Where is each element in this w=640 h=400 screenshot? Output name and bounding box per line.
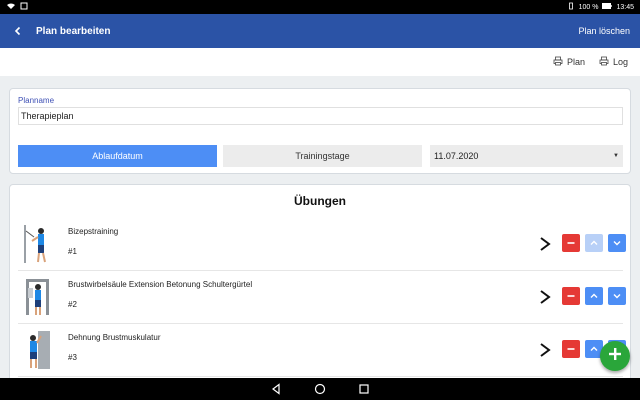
- remove-exercise-button[interactable]: [562, 234, 580, 252]
- chevron-right-icon[interactable]: [538, 236, 552, 252]
- printer-icon: [553, 56, 563, 68]
- printer-icon: [599, 56, 609, 68]
- exercise-number: #3: [68, 353, 77, 362]
- exercise-name: Bizepstraining: [68, 227, 119, 236]
- battery-icon: [602, 3, 613, 11]
- nav-recents-icon[interactable]: [358, 383, 370, 395]
- date-select[interactable]: 11.07.2020 ▼: [430, 145, 623, 167]
- plus-icon: [608, 347, 622, 366]
- segment-trainingstage[interactable]: Trainingstage: [223, 145, 422, 167]
- date-select-value: 11.07.2020: [434, 151, 479, 161]
- exercise-number: #2: [68, 300, 77, 309]
- exercise-name: Dehnung Brustmuskulatur: [68, 333, 161, 342]
- chevron-right-icon[interactable]: [538, 289, 552, 305]
- exercise-number: #1: [68, 247, 77, 256]
- exercise-thumbnail: [20, 276, 56, 318]
- plan-form-card: Planname Ablaufdatum Trainingstage 11.07…: [9, 88, 631, 174]
- clock: 13:45: [616, 3, 634, 11]
- exercise-row[interactable]: Bizepstraining #1: [18, 219, 626, 271]
- wifi-icon: [6, 2, 16, 12]
- print-plan-button[interactable]: Plan: [553, 56, 585, 68]
- plan-name-input[interactable]: [18, 107, 623, 125]
- status-bar: 100 % 13:45: [0, 0, 640, 14]
- notification-icon: [20, 2, 28, 12]
- exercises-card: Übungen Bizepstraining #1 Brustwirbelsäu…: [9, 184, 631, 384]
- exercise-thumbnail: [20, 329, 56, 371]
- vibrate-icon: [567, 2, 575, 12]
- exercise-name: Brustwirbelsäule Extension Betonung Schu…: [68, 280, 253, 289]
- plan-name-label: Planname: [18, 96, 55, 105]
- nav-home-icon[interactable]: [314, 383, 326, 395]
- exercises-title: Übungen: [294, 194, 346, 208]
- page-title: Plan bearbeiten: [36, 25, 111, 37]
- exercise-row[interactable]: Brustwirbelsäule Extension Betonung Schu…: [18, 272, 626, 324]
- print-log-label: Log: [612, 57, 628, 67]
- move-up-button[interactable]: [585, 234, 603, 252]
- move-down-button[interactable]: [608, 287, 626, 305]
- nav-back-icon[interactable]: [270, 383, 282, 395]
- app-bar: Plan bearbeiten Plan löschen: [0, 14, 640, 48]
- exercise-thumbnail: [20, 223, 56, 265]
- print-log-button[interactable]: Log: [599, 56, 628, 68]
- delete-plan-button[interactable]: Plan löschen: [578, 26, 630, 36]
- back-arrow-icon[interactable]: [10, 23, 26, 39]
- dropdown-caret-icon: ▼: [613, 153, 619, 159]
- remove-exercise-button[interactable]: [562, 340, 580, 358]
- remove-exercise-button[interactable]: [562, 287, 580, 305]
- move-up-button[interactable]: [585, 287, 603, 305]
- chevron-right-icon[interactable]: [538, 342, 552, 358]
- system-nav-bar: [0, 378, 640, 400]
- move-down-button[interactable]: [608, 234, 626, 252]
- battery-level: 100 %: [578, 3, 599, 11]
- segment-ablaufdatum[interactable]: Ablaufdatum: [18, 145, 217, 167]
- print-plan-label: Plan: [566, 57, 585, 67]
- print-toolbar: Plan Log: [0, 48, 640, 76]
- add-exercise-button[interactable]: [600, 341, 630, 371]
- exercise-row[interactable]: Dehnung Brustmuskulatur #3: [18, 325, 626, 377]
